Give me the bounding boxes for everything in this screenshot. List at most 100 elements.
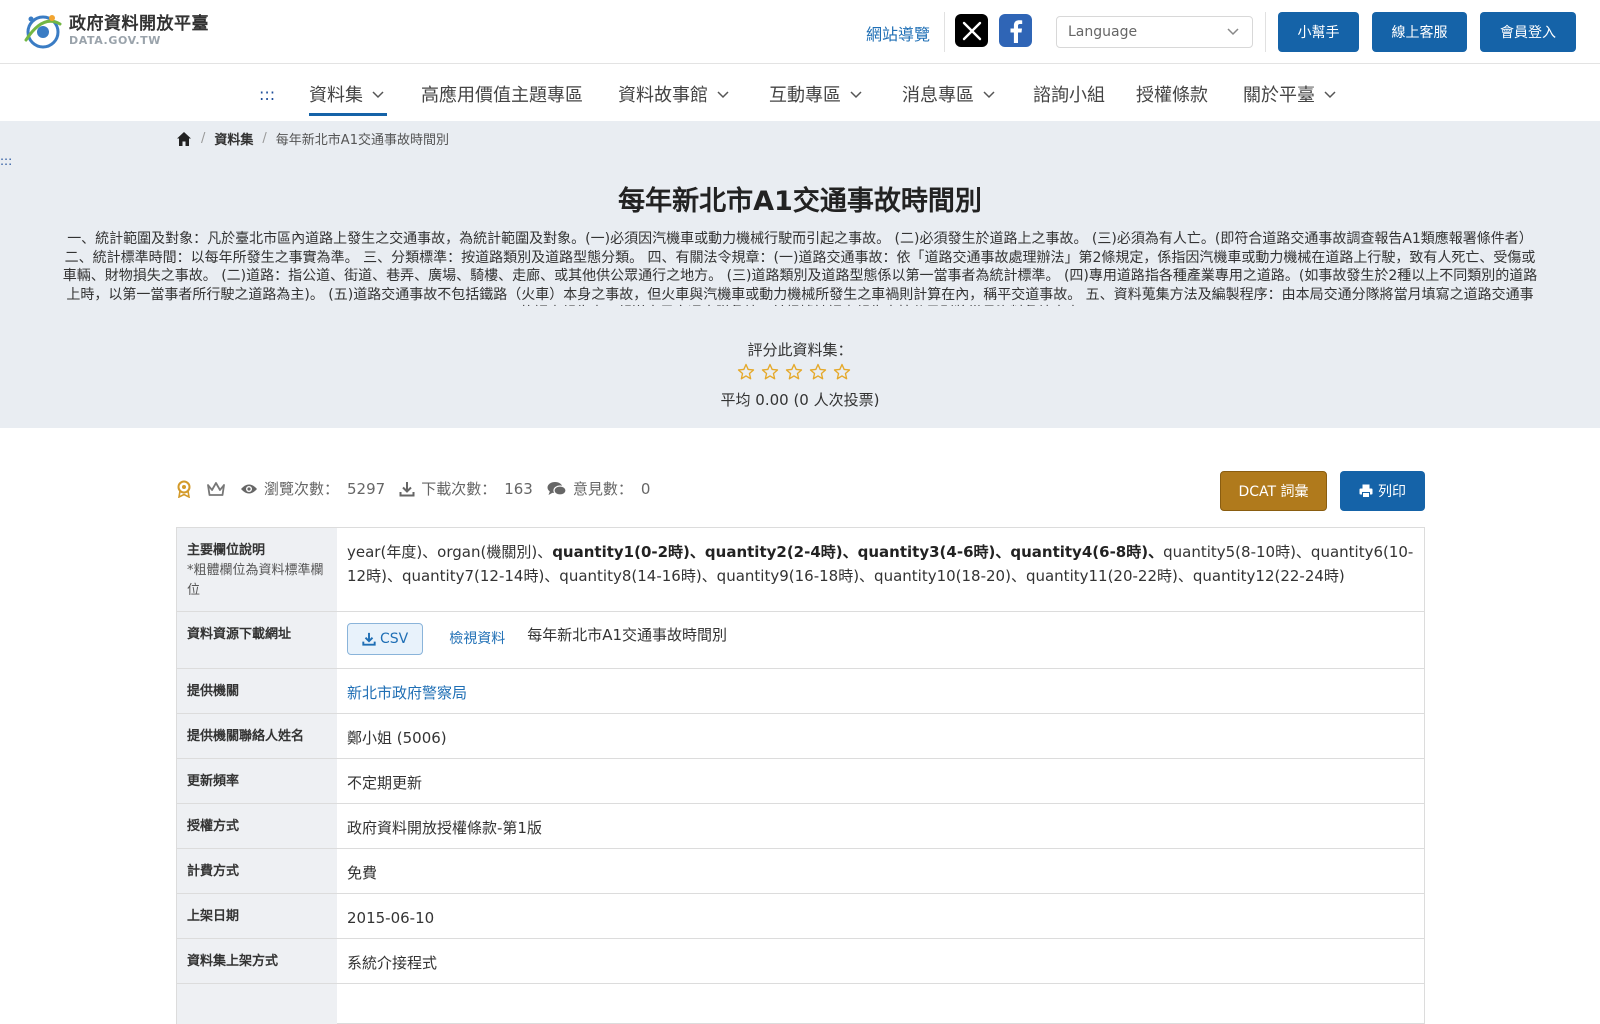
table-row: 提供機關聯絡人姓名 鄭小姐 (5006): [177, 714, 1424, 759]
nav-item-label: 關於平臺: [1243, 85, 1315, 106]
main-nav: ::: 資料集 高應用價值主題專區 資料故事館 互動專區 消息專區 諮詢小組 授…: [0, 65, 1600, 121]
contact-label: 提供機關聯絡人姓名: [177, 714, 337, 758]
dcat-vocabulary-button[interactable]: DCAT 詞彙: [1220, 471, 1327, 511]
star-icon[interactable]: [809, 363, 827, 381]
nav-item-datasets[interactable]: 資料集: [309, 79, 385, 109]
view-data-link[interactable]: 檢視資料: [449, 623, 505, 655]
view-count-label: 瀏覽次數：: [264, 480, 340, 498]
table-row: 計費方式 免費: [177, 849, 1424, 894]
published-value: 2015-06-10: [347, 909, 435, 927]
table-row: 更新頻率 不定期更新: [177, 759, 1424, 804]
print-button[interactable]: 列印: [1340, 471, 1425, 511]
breadcrumb-datasets[interactable]: 資料集: [214, 129, 253, 148]
site-logo[interactable]: 政府資料開放平臺 DATA.GOV.TW: [22, 10, 209, 52]
nav-item-interactive[interactable]: 互動專區: [769, 79, 863, 109]
home-icon[interactable]: [176, 131, 192, 147]
download-icon: [362, 632, 376, 646]
crown-icon: [206, 481, 226, 497]
eye-icon: [240, 482, 258, 496]
download-icon: [399, 481, 415, 497]
fee-value: 免費: [347, 864, 378, 882]
provider-label: 提供機關: [177, 669, 337, 713]
online-service-button[interactable]: 線上客服: [1372, 12, 1467, 52]
frequency-label: 更新頻率: [177, 759, 337, 803]
chevron-down-icon: [983, 91, 995, 99]
star-icon[interactable]: [761, 363, 779, 381]
divider: [1265, 12, 1266, 52]
license-label: 授權方式: [177, 804, 337, 848]
dataset-banner: / 資料集 / 每年新北市A1交通事故時間別 ::: 每年新北市A1交通事故時間…: [0, 121, 1600, 428]
table-row: 資料資源下載網址 CSV 檢視資料 每年新北市A1交通事故時間別: [177, 612, 1424, 669]
fields-label: 主要欄位說明: [187, 543, 266, 558]
facebook-icon[interactable]: [999, 14, 1032, 47]
resource-value: CSV 檢視資料 每年新北市A1交通事故時間別: [337, 612, 1424, 668]
content-accesskey-dots[interactable]: :::: [0, 154, 12, 168]
rating-stars[interactable]: [737, 363, 851, 381]
top-header: 政府資料開放平臺 DATA.GOV.TW 網站導覽 Language 小幫手 線…: [0, 0, 1600, 64]
star-icon[interactable]: [833, 363, 851, 381]
provider-link[interactable]: 新北市政府警察局: [347, 684, 467, 702]
quality-badge-icon: [176, 480, 192, 498]
nav-item-data-stories[interactable]: 資料故事館: [618, 79, 730, 109]
page-title: 每年新北市A1交通事故時間別: [618, 186, 982, 217]
row-value: [337, 984, 1424, 1023]
download-count-label: 下載次數：: [421, 480, 497, 498]
language-select-value: Language: [1068, 24, 1138, 40]
nav-item-high-value[interactable]: 高應用價值主題專區: [421, 79, 583, 109]
chevron-down-icon: [1227, 28, 1239, 36]
fee-label: 計費方式: [177, 849, 337, 893]
resource-name: 每年新北市A1交通事故時間別: [527, 626, 728, 644]
language-select[interactable]: Language: [1056, 16, 1253, 48]
nav-item-label: 資料故事館: [618, 85, 708, 106]
logo-title: 政府資料開放平臺: [69, 14, 209, 34]
nav-item-about[interactable]: 關於平臺: [1243, 79, 1337, 109]
dataset-stats: 瀏覽次數： 5297 下載次數： 163 意見數： 0: [176, 478, 664, 499]
frequency-value: 不定期更新: [347, 774, 423, 792]
row-header: [177, 984, 337, 1024]
rating-average: 平均 0.00 (0 人次投票): [720, 391, 880, 409]
logo-subtitle: DATA.GOV.TW: [69, 34, 161, 47]
contact-value: 鄭小姐 (5006): [347, 729, 447, 747]
download-count: 下載次數： 163: [399, 478, 533, 499]
nav-item-license[interactable]: 授權條款: [1136, 79, 1208, 109]
nav-item-label: 消息專區: [902, 85, 974, 106]
star-icon[interactable]: [785, 363, 803, 381]
divider: [944, 12, 945, 52]
published-label: 上架日期: [177, 894, 337, 938]
chevron-down-icon: [717, 91, 729, 99]
download-count-value: 163: [504, 479, 533, 498]
star-icon[interactable]: [737, 363, 755, 381]
row-header: 主要欄位說明 *粗體欄位為資料標準欄位: [177, 528, 337, 611]
x-twitter-icon[interactable]: [955, 14, 988, 47]
chevron-down-icon: [372, 91, 384, 99]
view-count: 瀏覽次數： 5297: [240, 478, 385, 499]
helper-button[interactable]: 小幫手: [1278, 12, 1359, 52]
breadcrumb-current: 每年新北市A1交通事故時間別: [275, 133, 449, 148]
table-row: [177, 984, 1424, 1024]
nav-accesskey-dots[interactable]: :::: [259, 79, 275, 109]
nav-item-label: 高應用價值主題專區: [421, 85, 583, 106]
sitemap-link[interactable]: 網站導覽: [866, 21, 930, 45]
nav-active-indicator: [309, 113, 387, 116]
table-row: 資料集上架方式 系統介接程式: [177, 939, 1424, 984]
chevron-down-icon: [1324, 91, 1336, 99]
breadcrumb-separator: /: [201, 131, 206, 146]
nav-item-advisory[interactable]: 諮詢小組: [1033, 79, 1105, 109]
nav-item-label: 互動專區: [769, 85, 841, 106]
fields-standard-bold: quantity1(0-2時)、quantity2(2-4時)、quantity…: [552, 543, 1164, 561]
table-row: 提供機關 新北市政府警察局: [177, 669, 1424, 714]
nav-item-news[interactable]: 消息專區: [902, 79, 996, 109]
printer-icon: [1359, 484, 1373, 498]
table-row: 上架日期 2015-06-10: [177, 894, 1424, 939]
breadcrumb: / 資料集 / 每年新北市A1交通事故時間別: [176, 129, 449, 148]
nav-item-label: 授權條款: [1136, 85, 1208, 106]
fields-normal-prefix: year(年度)、organ(機關別)、: [347, 543, 553, 561]
dataset-info-table: 主要欄位說明 *粗體欄位為資料標準欄位 year(年度)、organ(機關別)、…: [176, 527, 1425, 1024]
dataset-description: 一、統計範圍及對象：凡於臺北市區內道路上發生之交通事故，為統計範圍及對象。(一)…: [62, 231, 1538, 306]
method-label: 資料集上架方式: [177, 939, 337, 983]
csv-download-button[interactable]: CSV: [347, 623, 424, 655]
view-count-value: 5297: [347, 479, 386, 498]
member-login-button[interactable]: 會員登入: [1480, 12, 1576, 52]
nav-item-label: 諮詢小組: [1033, 85, 1105, 106]
breadcrumb-separator: /: [262, 131, 267, 146]
